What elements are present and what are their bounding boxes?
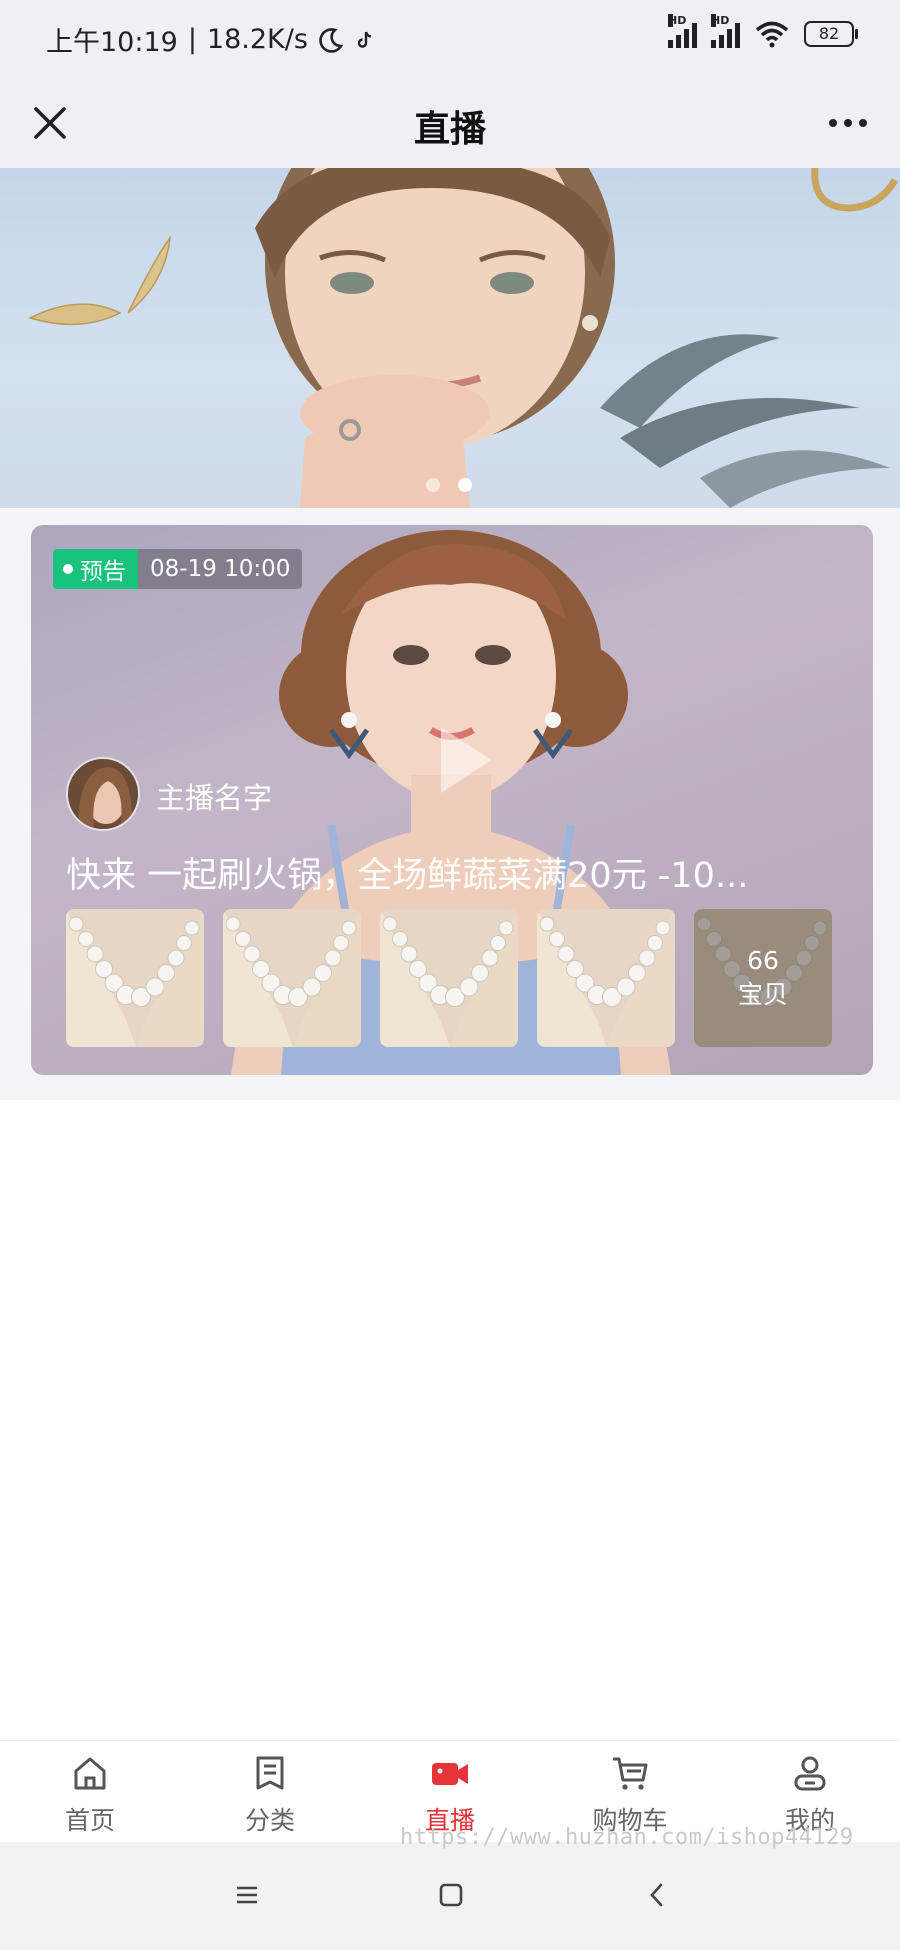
product-count: 66 (747, 946, 779, 975)
more-options-button[interactable] (818, 95, 878, 151)
home-square-icon[interactable] (436, 1880, 466, 1910)
live-status-badge: 预告 08-19 10:00 (53, 549, 303, 589)
banner-carousel[interactable] (0, 168, 900, 508)
battery-indicator: 82 (804, 21, 858, 47)
moon-icon (319, 27, 344, 53)
menu-icon[interactable] (232, 1880, 262, 1910)
carousel-dot[interactable] (426, 478, 440, 492)
badge-text: 预告 (80, 559, 126, 585)
signal-icon-2: HD (711, 14, 740, 48)
product-count-tile[interactable]: 66 宝贝 (694, 909, 832, 1047)
host-avatar[interactable] (66, 757, 140, 831)
pearl-necklace-image (537, 909, 675, 1047)
pearl-necklace-image (223, 909, 361, 1047)
watermark-text: https://www.huzhan.com/ishop44129 (400, 1825, 854, 1850)
title-bar: 直播 (0, 78, 900, 168)
tiktok-icon (357, 31, 372, 48)
live-title[interactable]: 快来 一起刷火锅，全场鲜蔬菜满20元 -10... (66, 847, 846, 898)
pearl-necklace-image (380, 909, 518, 1047)
status-divider: | (187, 24, 197, 55)
profile-icon (794, 1756, 826, 1791)
product-count-overlay: 66 宝贝 (694, 909, 832, 1047)
signal-icon: HD (668, 14, 697, 48)
product-count-label: 宝贝 (737, 980, 788, 1009)
system-nav-bar (0, 1842, 900, 1950)
more-dot-icon (844, 119, 852, 127)
nav-label-home: 首页 (64, 1806, 115, 1835)
more-dot-icon (859, 119, 867, 127)
nav-item-home[interactable]: 首页 (0, 1741, 180, 1843)
badge-dot-icon (63, 564, 73, 574)
cart-icon (613, 1757, 648, 1790)
wifi-icon (755, 21, 789, 48)
status-bar: 上午10:19 | 18.2K/s HD HD 82 (0, 0, 900, 78)
status-right: HD HD 82 (668, 14, 858, 48)
product-thumbnail[interactable] (537, 909, 675, 1047)
status-left: 上午10:19 | 18.2K/s (46, 20, 376, 59)
nav-item-category[interactable]: 分类 (180, 1741, 360, 1843)
hd-label-2: HD (711, 14, 730, 27)
live-start-time: 08-19 10:00 (138, 549, 303, 589)
product-thumbnail[interactable] (380, 909, 518, 1047)
nav-label-category: 分类 (244, 1806, 295, 1835)
badge-preview-label: 预告 (53, 549, 138, 589)
host-name: 主播名字 (156, 781, 273, 815)
play-button[interactable] (416, 715, 506, 805)
more-dot-icon (829, 119, 837, 127)
back-icon[interactable] (642, 1880, 672, 1910)
hd-label: HD (668, 14, 687, 27)
status-time: 上午10:19 (46, 27, 178, 58)
pearl-necklace-image (66, 909, 204, 1047)
live-card[interactable]: 预告 08-19 10:00 主播名字 快来 一起刷火锅，全场鲜蔬菜满20元 -… (31, 525, 873, 1075)
live-camera-icon (432, 1763, 468, 1785)
banner-image (27, 168, 899, 508)
product-list: 66 宝贝 (66, 909, 832, 1047)
category-icon (256, 1756, 284, 1790)
status-net-speed: 18.2K/s (206, 24, 308, 55)
product-thumbnail[interactable] (66, 909, 204, 1047)
play-icon (441, 727, 491, 793)
product-thumbnail[interactable] (223, 909, 361, 1047)
home-icon (74, 1757, 106, 1790)
avatar-image (68, 759, 138, 829)
carousel-dot-active[interactable] (458, 478, 472, 492)
page-title: 直播 (413, 109, 486, 150)
